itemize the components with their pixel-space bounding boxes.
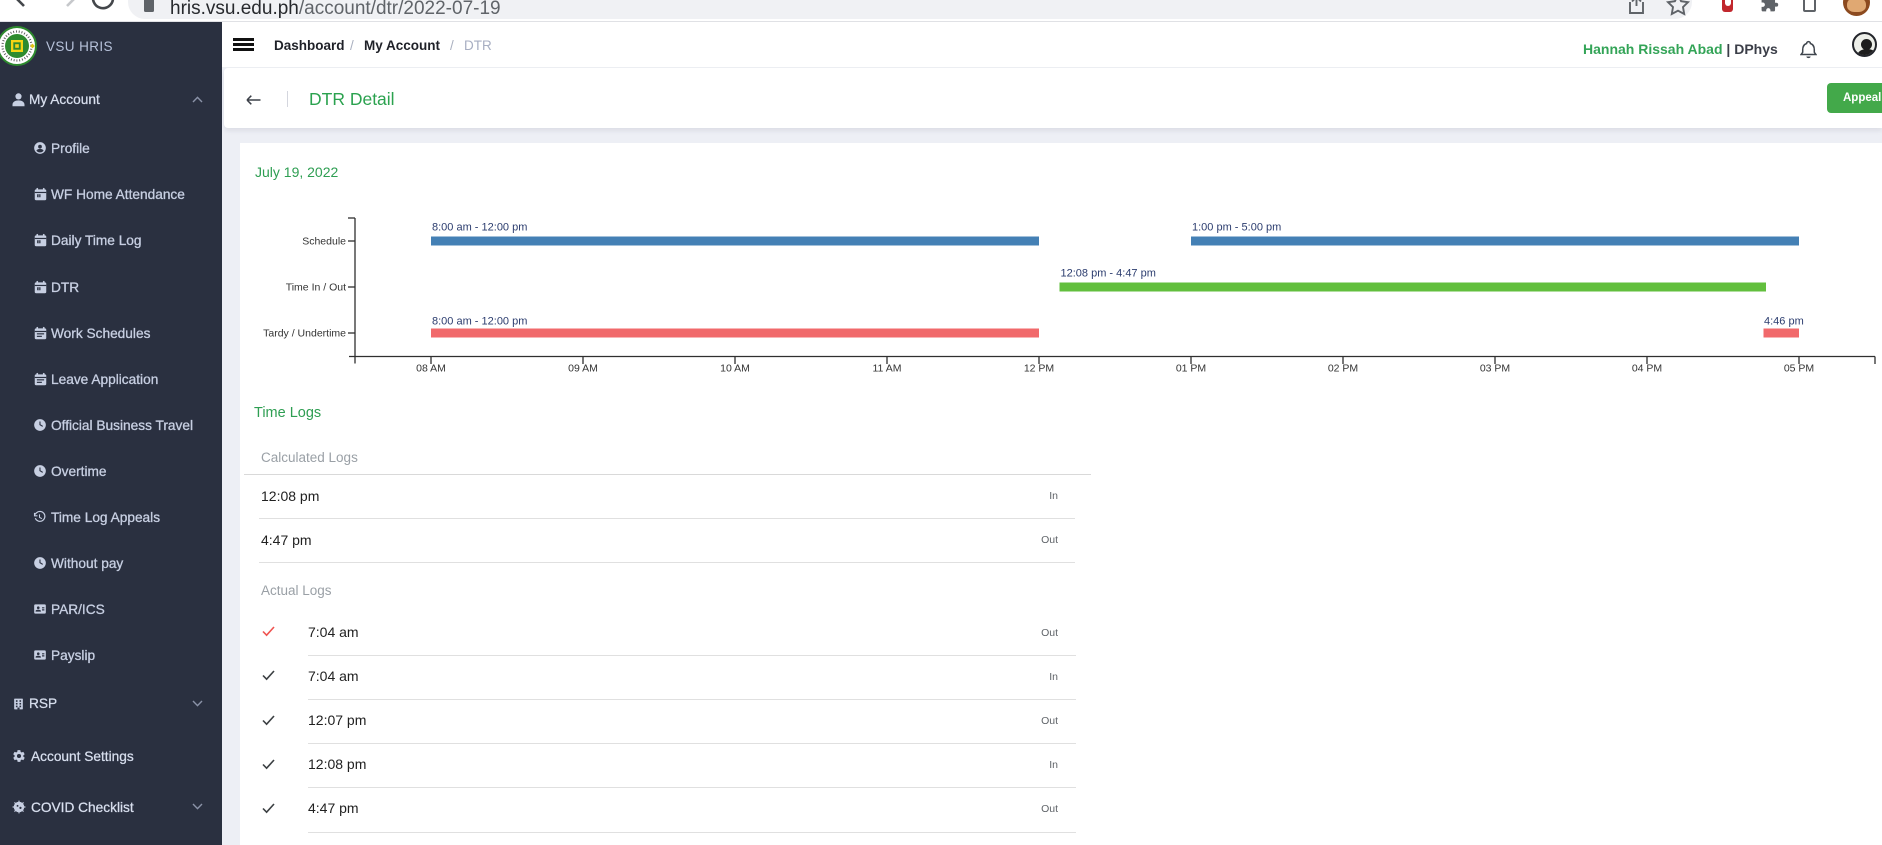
svg-text:09 AM: 09 AM — [568, 363, 598, 375]
svg-text:1:00 pm - 5:00 pm: 1:00 pm - 5:00 pm — [1192, 222, 1281, 234]
svg-text:11 AM: 11 AM — [873, 363, 902, 375]
svg-text:01 PM: 01 PM — [1176, 363, 1206, 375]
svg-text:Tardy / Undertime: Tardy / Undertime — [263, 328, 346, 340]
svg-text:04 PM: 04 PM — [1632, 363, 1662, 375]
svg-text:05 PM: 05 PM — [1784, 363, 1814, 375]
svg-text:08 AM: 08 AM — [416, 363, 446, 375]
svg-text:10 AM: 10 AM — [720, 363, 750, 375]
svg-text:03 PM: 03 PM — [1480, 363, 1510, 375]
svg-text:12:08 pm - 4:47 pm: 12:08 pm - 4:47 pm — [1061, 268, 1156, 280]
svg-text:8:00 am - 12:00 pm: 8:00 am - 12:00 pm — [432, 222, 527, 234]
svg-text:4:46 pm: 4:46 pm — [1764, 316, 1804, 328]
svg-text:Time In / Out: Time In / Out — [286, 282, 346, 294]
svg-text:12 PM: 12 PM — [1024, 363, 1054, 375]
svg-text:8:00 am - 12:00 pm: 8:00 am - 12:00 pm — [432, 316, 527, 328]
svg-text:Schedule: Schedule — [302, 236, 346, 248]
svg-text:02 PM: 02 PM — [1328, 363, 1358, 375]
